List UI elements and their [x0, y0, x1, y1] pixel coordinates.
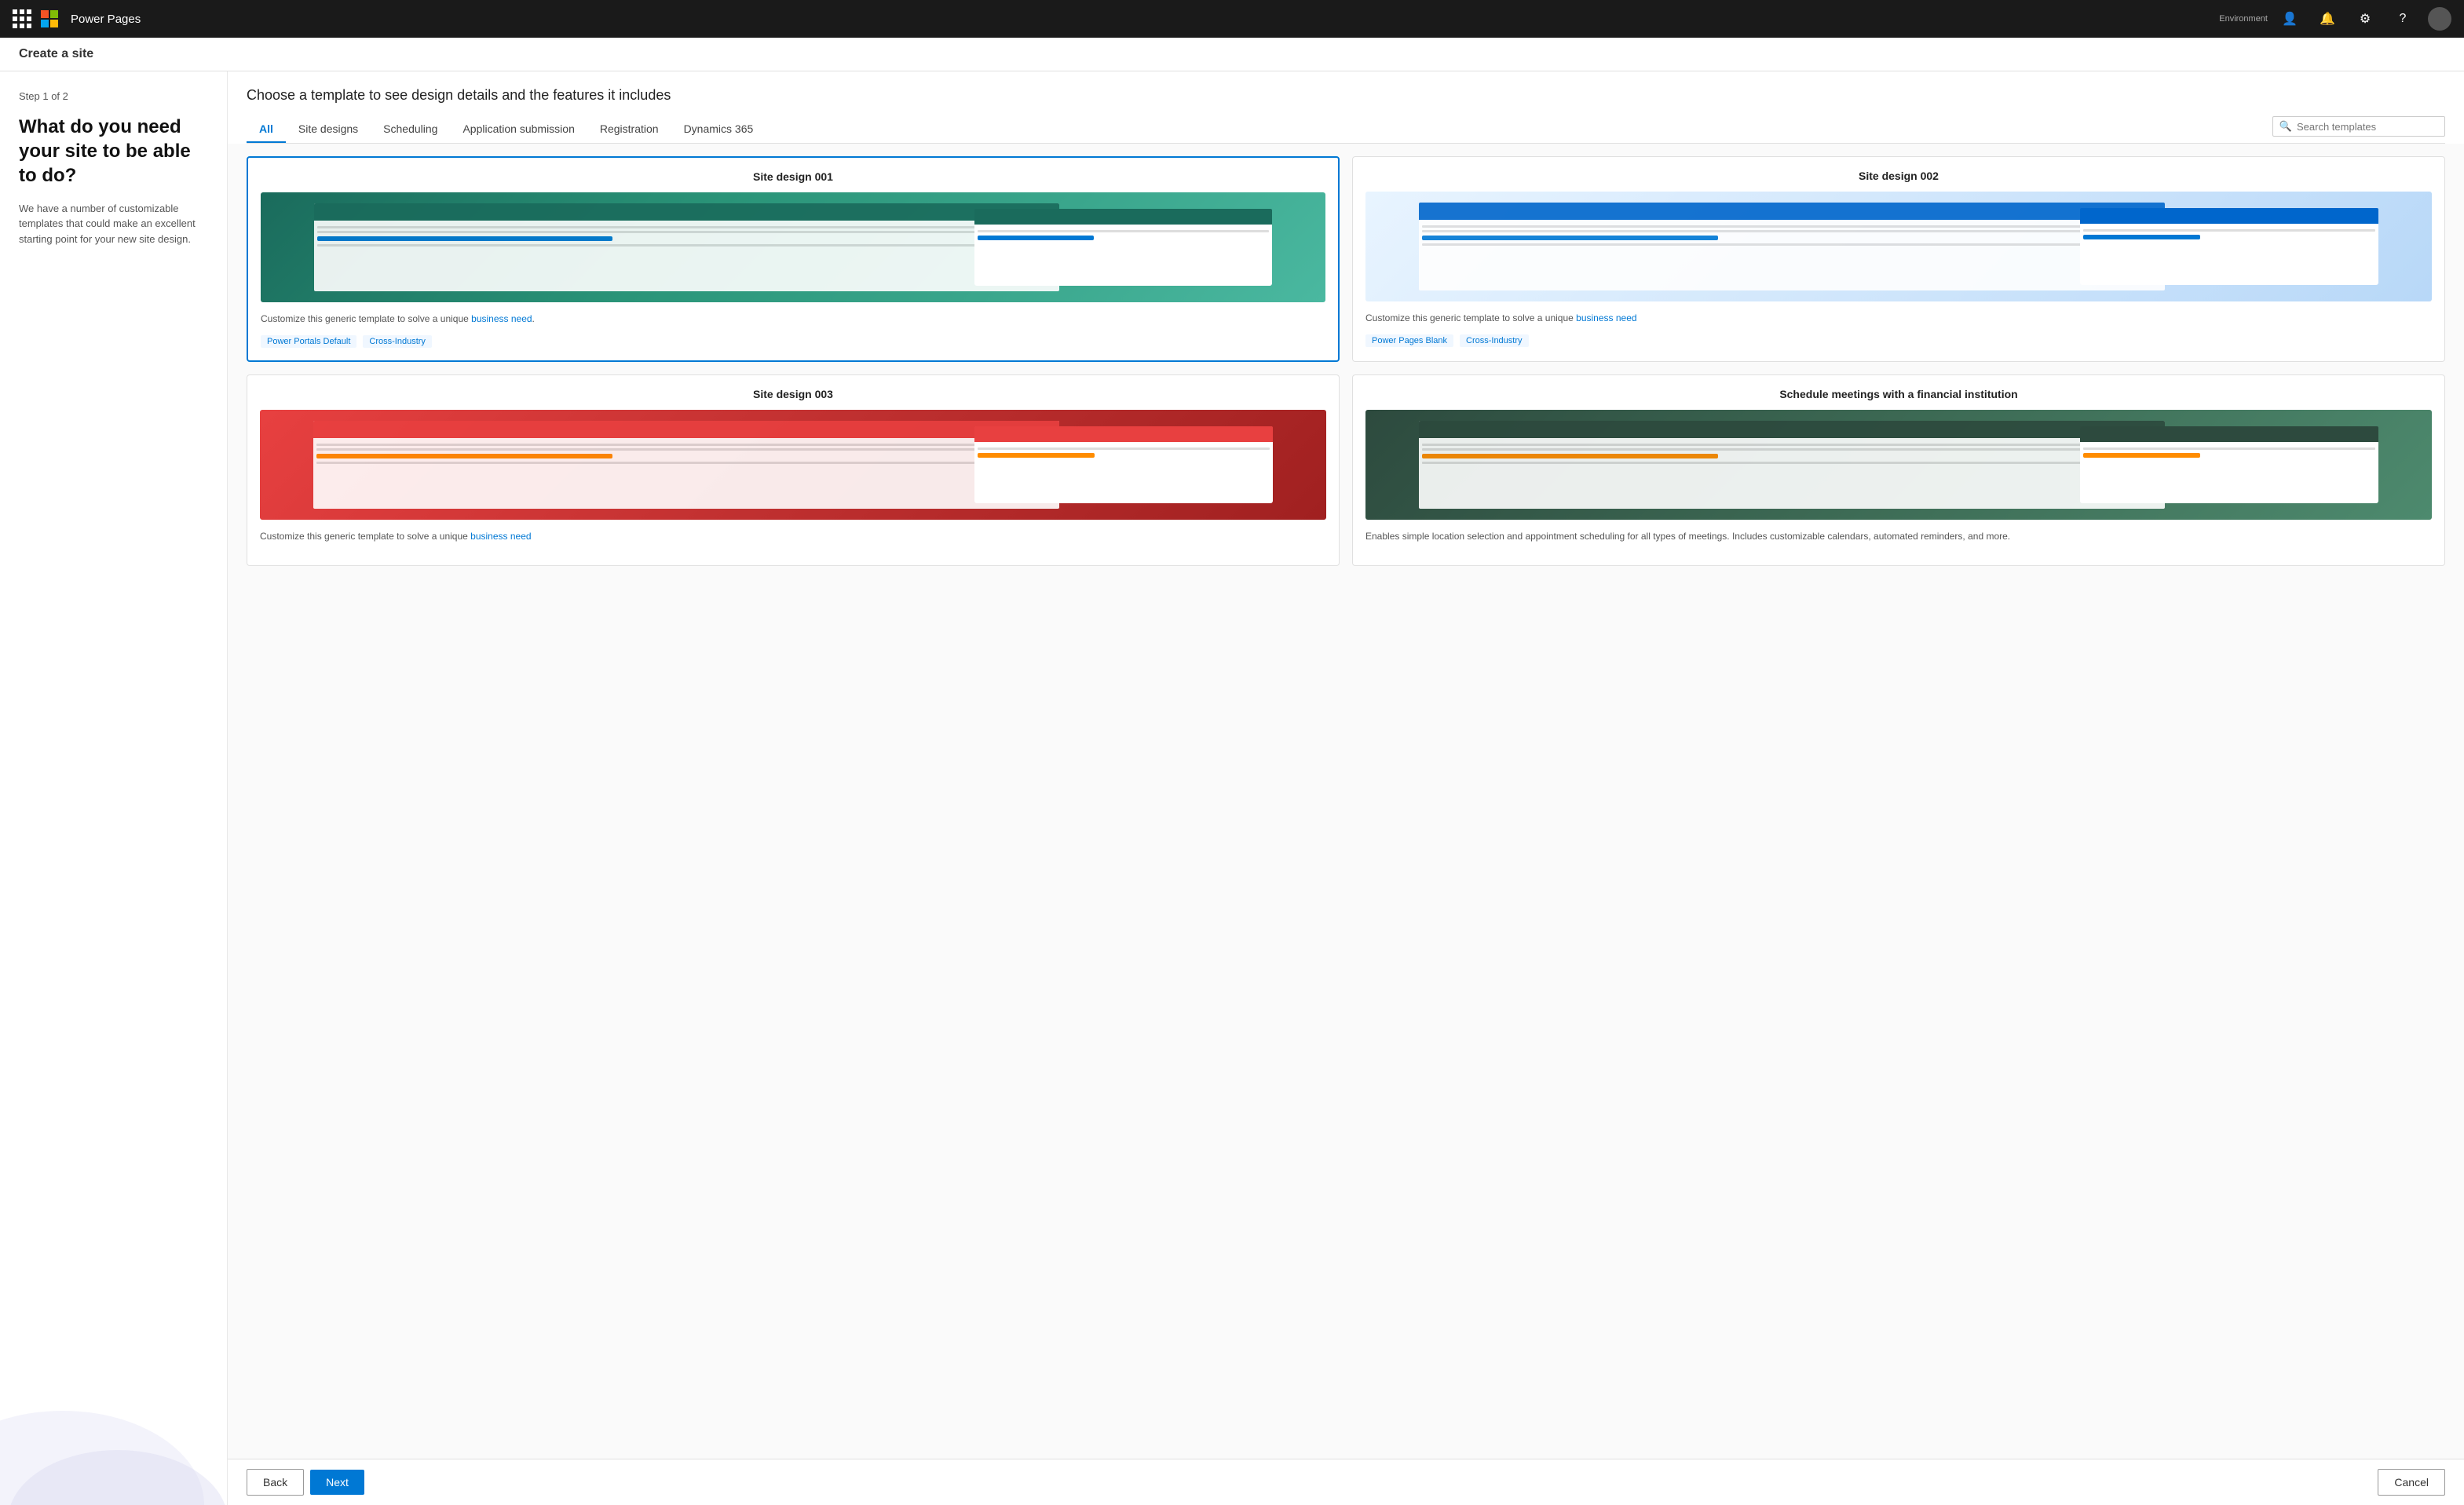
template-preview-002: [1365, 192, 2432, 301]
tab-application-submission[interactable]: Application submission: [450, 116, 587, 143]
sidebar-description: We have a number of customizable templat…: [19, 201, 208, 247]
footer: Back Next Cancel: [228, 1459, 2464, 1505]
right-panel: Choose a template to see design details …: [228, 71, 2464, 1505]
page-title: Create a site: [19, 47, 93, 60]
template-desc-002: Customize this generic template to solve…: [1365, 311, 2432, 325]
top-navigation: Power Pages Environment 👤 🔔 ⚙ ?: [0, 0, 2464, 38]
next-button[interactable]: Next: [310, 1470, 364, 1495]
search-input[interactable]: [2297, 121, 2438, 133]
templates-grid: Site design 001: [247, 156, 2445, 566]
template-tag-002-0: Power Pages Blank: [1365, 334, 1453, 347]
template-title-004: Schedule meetings with a financial insti…: [1365, 388, 2432, 400]
template-desc-link-003[interactable]: business need: [470, 531, 531, 542]
environment-info: Environment: [2219, 14, 2268, 24]
preview-mockup-phone-002: [2080, 208, 2378, 285]
template-desc-004: Enables simple location selection and ap…: [1365, 529, 2432, 543]
tab-dynamics365[interactable]: Dynamics 365: [671, 116, 766, 143]
page-header: Create a site: [0, 38, 2464, 71]
preview-mockup-desktop-004: [1419, 421, 2166, 509]
sidebar-decoration: [0, 1348, 228, 1505]
template-tag-001-1: Cross-Industry: [363, 335, 432, 348]
help-icon[interactable]: ?: [2390, 6, 2415, 31]
tab-all[interactable]: All: [247, 116, 286, 143]
sidebar-heading: What do you need your site to be able to…: [19, 115, 208, 188]
step-label: Step 1 of 2: [19, 90, 208, 102]
template-desc-link-001[interactable]: business need: [471, 313, 532, 324]
search-box[interactable]: 🔍: [2272, 116, 2445, 137]
panel-title: Choose a template to see design details …: [247, 87, 2445, 104]
microsoft-logo: [41, 10, 58, 27]
account-icon[interactable]: 👤: [2277, 6, 2302, 31]
template-card-site-design-003[interactable]: Site design 003: [247, 374, 1340, 566]
preview-mockup-desktop-001: [314, 203, 1059, 291]
template-title-003: Site design 003: [260, 388, 1326, 400]
template-desc-link-002[interactable]: business need: [1576, 312, 1636, 323]
template-tag-002-1: Cross-Industry: [1460, 334, 1529, 347]
tab-registration[interactable]: Registration: [587, 116, 671, 143]
preview-mockup-phone-001: [974, 209, 1273, 286]
search-icon: 🔍: [2279, 120, 2292, 133]
nav-icons: 👤 🔔 ⚙ ?: [2277, 6, 2451, 31]
template-card-schedule-meetings[interactable]: Schedule meetings with a financial insti…: [1352, 374, 2445, 566]
tab-scheduling[interactable]: Scheduling: [371, 116, 450, 143]
template-tags-001: Power Portals Default Cross-Industry: [261, 335, 1325, 348]
template-card-site-design-001[interactable]: Site design 001: [247, 156, 1340, 362]
template-preview-004: [1365, 410, 2432, 520]
app-launcher-icon[interactable]: [13, 9, 31, 28]
preview-mockup-phone-003: [974, 426, 1273, 503]
tab-site-designs[interactable]: Site designs: [286, 116, 371, 143]
sidebar: Step 1 of 2 What do you need your site t…: [0, 71, 228, 1505]
template-desc-001: Customize this generic template to solve…: [261, 312, 1325, 326]
template-preview-003: [260, 410, 1326, 520]
tabs-row: All Site designs Scheduling Application …: [247, 116, 2445, 144]
template-tag-001-0: Power Portals Default: [261, 335, 356, 348]
main-layout: Step 1 of 2 What do you need your site t…: [0, 71, 2464, 1505]
preview-mockup-desktop-003: [313, 421, 1060, 509]
cancel-button[interactable]: Cancel: [2378, 1469, 2445, 1496]
template-card-site-design-002[interactable]: Site design 002: [1352, 156, 2445, 362]
notification-icon[interactable]: 🔔: [2315, 6, 2340, 31]
templates-area: Site design 001: [228, 144, 2464, 1459]
template-title-001: Site design 001: [261, 170, 1325, 183]
app-name: Power Pages: [71, 13, 141, 26]
avatar[interactable]: [2428, 7, 2451, 31]
back-button[interactable]: Back: [247, 1469, 304, 1496]
template-tags-002: Power Pages Blank Cross-Industry: [1365, 334, 2432, 347]
preview-mockup-desktop-002: [1419, 203, 2166, 290]
template-preview-001: [261, 192, 1325, 302]
template-desc-003: Customize this generic template to solve…: [260, 529, 1326, 543]
template-title-002: Site design 002: [1365, 170, 2432, 182]
preview-mockup-phone-004: [2080, 426, 2378, 503]
settings-icon[interactable]: ⚙: [2352, 6, 2378, 31]
panel-header: Choose a template to see design details …: [228, 71, 2464, 144]
